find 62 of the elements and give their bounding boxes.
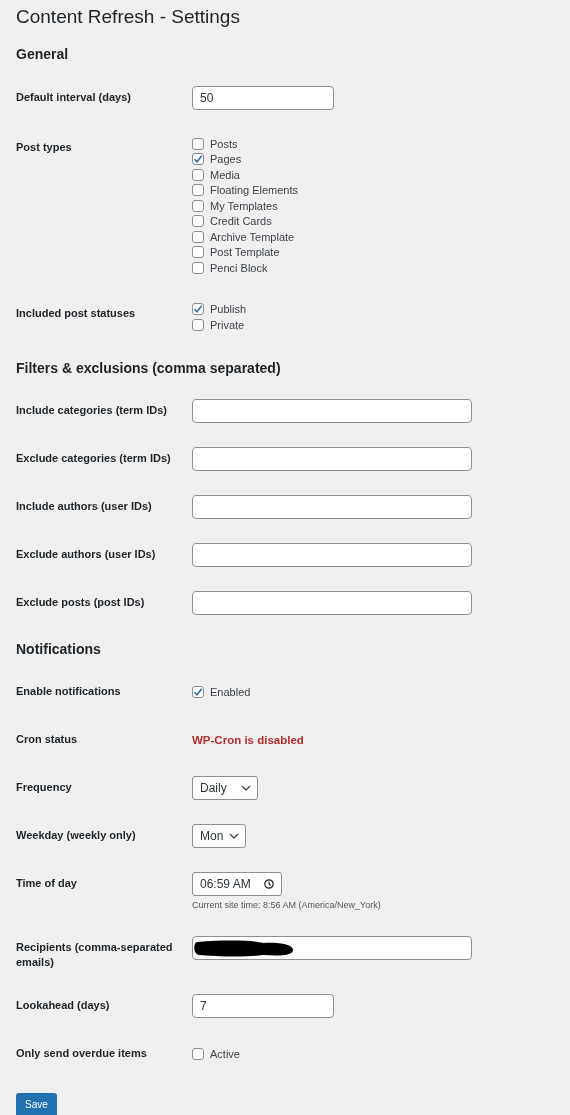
save-button[interactable]: Save — [16, 1092, 57, 1115]
page-title: Content Refresh - Settings — [16, 5, 240, 29]
checkbox-label: Post Template — [210, 246, 280, 259]
field-label: Include authors (user IDs) — [16, 498, 153, 514]
chevron-icon — [229, 832, 240, 839]
input-field[interactable] — [192, 590, 472, 615]
checkbox-label: Publish — [210, 303, 247, 316]
field-label: Enable notifications — [16, 683, 122, 699]
checkbox-label: Posts — [210, 137, 238, 150]
field-label: Exclude categories (term IDs) — [16, 450, 172, 466]
chevron-icon — [240, 784, 251, 791]
checkbox[interactable] — [192, 685, 204, 698]
checkbox-label: Floating Elements — [210, 184, 299, 197]
field-label: Lookahead (days) — [16, 997, 111, 1013]
checkbox[interactable] — [192, 246, 204, 259]
field-label: Include categories (term IDs) — [16, 402, 168, 418]
input-field[interactable] — [192, 398, 472, 423]
checkbox[interactable] — [192, 318, 204, 331]
input-field[interactable] — [192, 494, 472, 519]
select-field[interactable]: Daily — [192, 775, 258, 800]
field-label: Weekday (weekly only) — [16, 827, 137, 843]
field-label: Recipients (comma-separated emails) — [16, 939, 174, 970]
field-label: Exclude authors (user IDs) — [16, 546, 157, 562]
checkbox[interactable] — [192, 168, 204, 181]
checkbox[interactable] — [192, 137, 204, 150]
input-field[interactable]: 50 — [192, 86, 334, 110]
checkbox[interactable] — [192, 215, 204, 228]
checkbox[interactable] — [192, 230, 204, 243]
field-label: Post types — [16, 140, 73, 155]
field-label: Frequency — [16, 779, 73, 795]
checkbox-label: Credit Cards — [210, 215, 272, 228]
checkbox-label: Penci Block — [210, 261, 268, 274]
checkbox-label: Pages — [210, 153, 242, 166]
field-label: Time of day — [16, 875, 78, 891]
checkbox[interactable] — [192, 261, 204, 274]
checkbox[interactable] — [192, 184, 204, 197]
checkbox[interactable] — [192, 1047, 204, 1060]
section-heading: Filters & exclusions (comma separated) — [16, 358, 281, 377]
field-label: Only send overdue items — [16, 1045, 148, 1061]
input-field[interactable] — [192, 446, 472, 471]
field-label: Exclude posts (post IDs) — [16, 594, 146, 610]
checkbox-label: Enabled — [210, 685, 251, 698]
time-field[interactable]: 06:59 AM — [192, 871, 282, 896]
field-label: Default interval (days) — [16, 90, 132, 105]
clock-icon — [264, 878, 274, 889]
checkbox[interactable] — [192, 199, 204, 212]
field-label: Cron status — [16, 731, 79, 747]
section-heading: Notifications — [16, 639, 101, 658]
checkbox-label: Media — [210, 168, 240, 181]
checkbox-label: Archive Template — [210, 230, 295, 243]
cron-status: WP-Cron is disabled — [192, 733, 304, 746]
checkbox[interactable] — [192, 303, 204, 316]
hint-text: Current site time: 8:56 AM (America/New_York) — [192, 898, 381, 912]
select-field[interactable]: Mon — [192, 823, 247, 848]
checkbox-label: My Templates — [210, 199, 278, 212]
section-heading: General — [16, 45, 69, 63]
checkbox-label: Private — [210, 318, 245, 331]
checkbox[interactable] — [192, 153, 204, 166]
input-field[interactable] — [192, 542, 472, 567]
input-field[interactable]: 7 — [192, 993, 334, 1018]
field-label: Included post statuses — [16, 305, 137, 321]
checkbox-label: Active — [210, 1047, 240, 1060]
